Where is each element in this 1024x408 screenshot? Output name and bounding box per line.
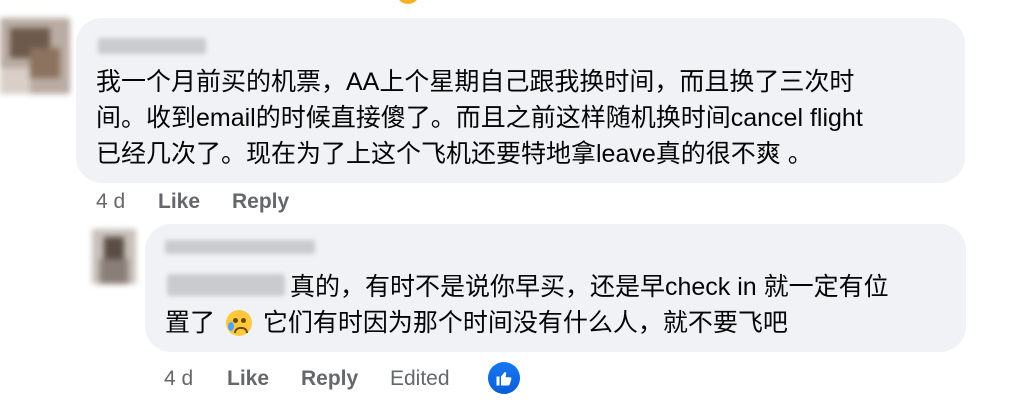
like-button[interactable]: Like [158, 190, 200, 214]
comment-text-segment: 它们有时因为那个时间没有什么人，就不要飞吧 [262, 309, 788, 337]
comment-bubble: 真的，有时不是说你早买，还是早check in 就一定有位 置了 它们有时因为那… [145, 224, 966, 352]
comment-text-line: 已经几次了。现在为了上这个飞机还要特地拿leave真的很不爽 。 [96, 140, 813, 168]
comment-timestamp[interactable]: 4 d [164, 367, 193, 391]
thumbs-up-icon[interactable] [488, 362, 520, 394]
commenter-name-blurred[interactable] [165, 240, 315, 254]
like-button[interactable]: Like [227, 367, 269, 391]
thumbs-up-glyph [496, 372, 512, 386]
crying-face-icon [225, 310, 252, 336]
reply-button[interactable]: Reply [301, 367, 358, 391]
commenter-name-blurred[interactable] [167, 274, 285, 296]
comment-text-line: 置了 它们有时因为那个时间没有什么人，就不要飞吧 [165, 302, 788, 344]
reaction-icon-partial [396, 0, 420, 4]
avatar[interactable] [0, 18, 70, 94]
reply-button[interactable]: Reply [232, 190, 289, 214]
comment-bubble: 我一个月前买的机票，AA上个星期自己跟我换时间，而且换了三次时 间。收到emai… [76, 18, 965, 183]
avatar[interactable] [92, 229, 136, 284]
edited-label[interactable]: Edited [390, 367, 450, 391]
commenter-name-blurred[interactable] [98, 38, 206, 54]
comment-text-segment: 置了 [165, 309, 216, 337]
comment-timestamp[interactable]: 4 d [96, 190, 125, 214]
